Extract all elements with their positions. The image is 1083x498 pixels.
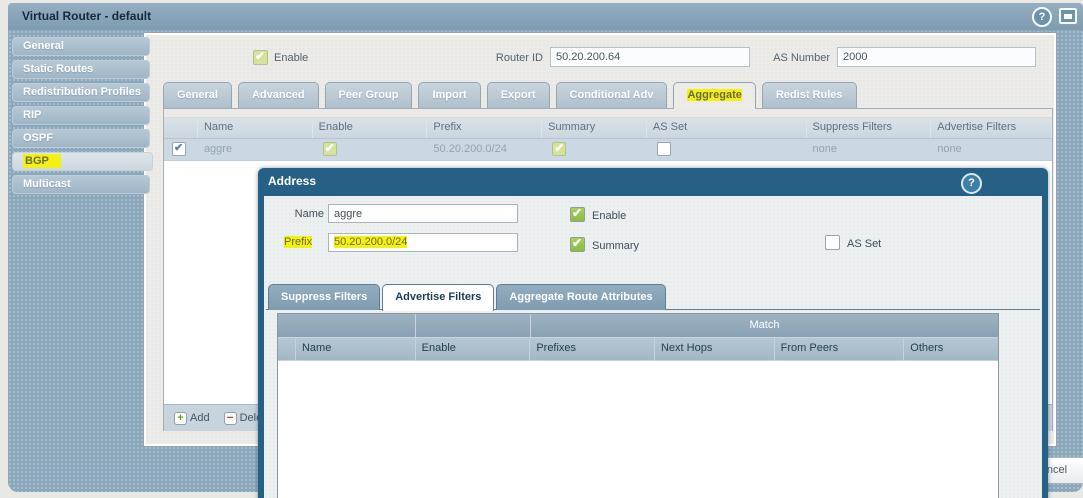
sidebar-item-static-routes[interactable]: Static Routes [12,60,150,79]
col-suppress-filters[interactable]: Suppress Filters [807,118,932,138]
tab-aggregate[interactable]: Aggregate [673,82,756,109]
row-suppress-filters: none [812,143,838,155]
dialog-title: Address [268,174,317,188]
col-from-peers[interactable]: From Peers [775,338,905,360]
row-prefix: 50.20.200.0/24 [433,143,507,155]
as-number-input[interactable] [837,47,1036,67]
tab-advanced[interactable]: Advanced [237,82,319,108]
dialog-as-set-label: AS Set [847,238,882,250]
window-title: Virtual Router - default [8,3,1083,30]
bgp-enable-checkbox[interactable] [253,49,268,65]
virtual-router-screen: Virtual Router - default ? General Stati… [0,0,1083,498]
prefix-input[interactable]: 50.20.200.0/24 [328,233,518,252]
col-enable[interactable]: Enable [416,338,531,360]
tab-peer-group[interactable]: Peer Group [324,82,413,108]
col-others[interactable]: Others [904,338,998,360]
col-summary[interactable]: Summary [542,118,647,138]
inner-table-body [278,360,998,498]
help-icon[interactable]: ? [1032,7,1052,27]
add-button[interactable]: + Add [174,411,210,425]
dialog-enable-checkbox[interactable] [570,206,585,222]
bgp-enable-label: Enable [274,52,309,64]
row-select-checkbox[interactable] [172,141,186,156]
col-as-set[interactable]: AS Set [647,118,807,138]
col-enable[interactable]: Enable [313,118,428,138]
inner-table-header: Name Enable Prefixes Next Hops From Peer… [278,337,998,360]
sidebar-item-general[interactable]: General [12,37,150,56]
match-header: Match [749,319,780,331]
tab-suppress-filters[interactable]: Suppress Filters [268,284,381,310]
row-advertise-filters: none [937,143,962,155]
sidebar-item-bgp[interactable]: BGP [12,152,153,171]
tab-advertise-filters[interactable]: Advertise Filters [382,284,495,311]
sidebar-item-ospf[interactable]: OSPF [12,129,150,148]
col-name[interactable]: Name [198,118,313,138]
row-as-set-checkbox [656,142,671,156]
plus-icon: + [174,411,187,425]
name-input[interactable] [328,204,518,223]
sidebar-item-redistribution-profiles[interactable]: Redistribution Profiles [12,83,150,102]
address-dialog: Address ? Name Prefix 50.20.200.0/24 Ena… [258,168,1048,498]
prefix-label: Prefix [284,236,313,248]
dialog-enable-label: Enable [592,210,627,222]
tab-export[interactable]: Export [486,82,550,108]
row-enable-checkbox [322,141,337,156]
row-name: aggre [203,143,233,155]
as-number-label: AS Number [773,52,830,64]
open-window-icon[interactable] [1059,8,1077,24]
col-prefixes[interactable]: Prefixes [530,338,655,360]
dialog-summary-checkbox[interactable] [570,236,585,252]
match-group-header: Match [278,314,998,337]
tab-aggregate-route-attributes[interactable]: Aggregate Route Attributes [496,284,666,310]
tab-conditional-adv[interactable]: Conditional Adv [555,82,668,108]
dialog-summary-label: Summary [592,240,640,252]
col-advertise-filters[interactable]: Advertise Filters [931,118,1052,138]
name-label: Name [294,208,324,220]
sidebar-item-rip[interactable]: RIP [12,106,150,125]
aggregate-table-header: Name Enable Prefix Summary AS Set Suppre… [164,118,1052,139]
dialog-tabs: Suppress Filters Advertise Filters Aggre… [268,284,666,311]
router-id-label: Router ID [495,52,543,64]
table-row[interactable]: aggre 50.20.200.0/24 none none [164,139,1052,161]
bgp-tabs: General Advanced Peer Group Import Expor… [163,82,857,109]
col-next-hops[interactable]: Next Hops [655,338,775,360]
tab-redist-rules[interactable]: Redist Rules [761,82,857,108]
col-name[interactable]: Name [296,338,416,360]
advertise-filters-table: Match Name Enable Prefixes Next Hops Fro… [277,313,999,498]
tab-general[interactable]: General [163,82,232,108]
dialog-help-icon[interactable]: ? [961,173,982,194]
dialog-body: Name Prefix 50.20.200.0/24 Enable Summar… [264,196,1042,498]
col-prefix[interactable]: Prefix [427,118,543,138]
router-id-input[interactable] [550,47,750,67]
row-summary-checkbox [552,141,567,156]
tab-import[interactable]: Import [418,82,481,108]
sidebar-item-multicast[interactable]: Multicast [12,175,150,194]
dialog-as-set-checkbox[interactable] [825,235,840,250]
minus-icon: − [223,411,237,425]
